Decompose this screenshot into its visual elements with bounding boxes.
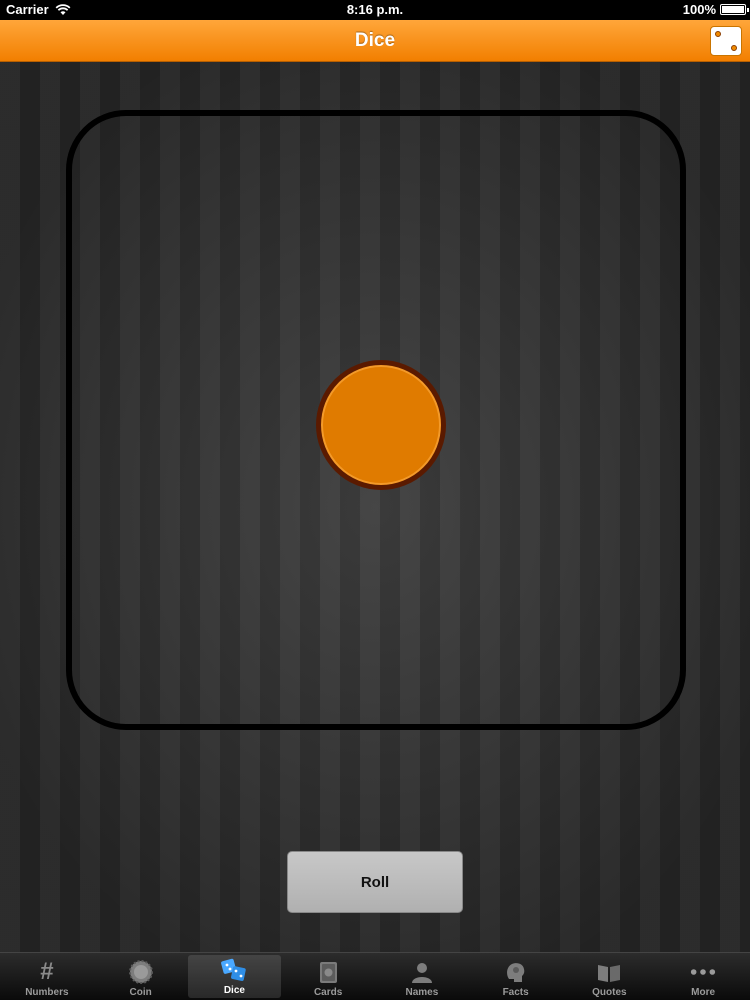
tab-label: More <box>691 987 716 998</box>
tab-bar: # Numbers Coin Dice Cards Names Facts Qu… <box>0 952 750 1000</box>
person-icon <box>408 958 436 986</box>
tab-label: Dice <box>223 985 245 996</box>
die-settings-button[interactable] <box>710 26 742 56</box>
tab-names[interactable]: Names <box>375 953 469 1000</box>
tab-label: Numbers <box>25 987 69 998</box>
tab-facts[interactable]: Facts <box>469 953 563 1000</box>
cards-icon <box>314 958 342 986</box>
roll-button[interactable]: Roll <box>287 851 463 913</box>
battery-icon <box>720 4 749 15</box>
page-title: Dice <box>354 30 396 51</box>
more-icon <box>689 958 717 986</box>
status-bar: Carrier 8:16 p.m. 100% <box>0 0 750 20</box>
dice-icon <box>220 956 248 984</box>
tab-dice[interactable]: Dice <box>187 955 282 998</box>
tab-numbers[interactable]: # Numbers <box>0 953 94 1000</box>
nav-bar: Dice <box>0 20 750 62</box>
coin-icon <box>127 958 155 986</box>
tab-cards[interactable]: Cards <box>281 953 375 1000</box>
tab-more[interactable]: More <box>656 953 750 1000</box>
brain-icon <box>502 958 530 986</box>
dice-area: Roll <box>0 62 750 952</box>
book-icon <box>595 958 623 986</box>
battery-percent: 100% <box>682 2 716 17</box>
tab-coin[interactable]: Coin <box>94 953 188 1000</box>
die-pip-icon <box>715 31 721 37</box>
tab-label: Quotes <box>592 987 627 998</box>
tab-label: Names <box>405 987 439 998</box>
die-pip-icon <box>731 45 737 51</box>
tab-quotes[interactable]: Quotes <box>563 953 657 1000</box>
battery-status: 100% <box>682 2 749 17</box>
tab-label: Cards <box>313 987 343 998</box>
die-pip <box>316 360 446 490</box>
die-face[interactable] <box>66 110 686 730</box>
tab-label: Coin <box>129 987 152 998</box>
tab-label: Facts <box>502 987 529 998</box>
clock: 8:16 p.m. <box>346 2 404 17</box>
hash-icon: # <box>40 958 54 985</box>
